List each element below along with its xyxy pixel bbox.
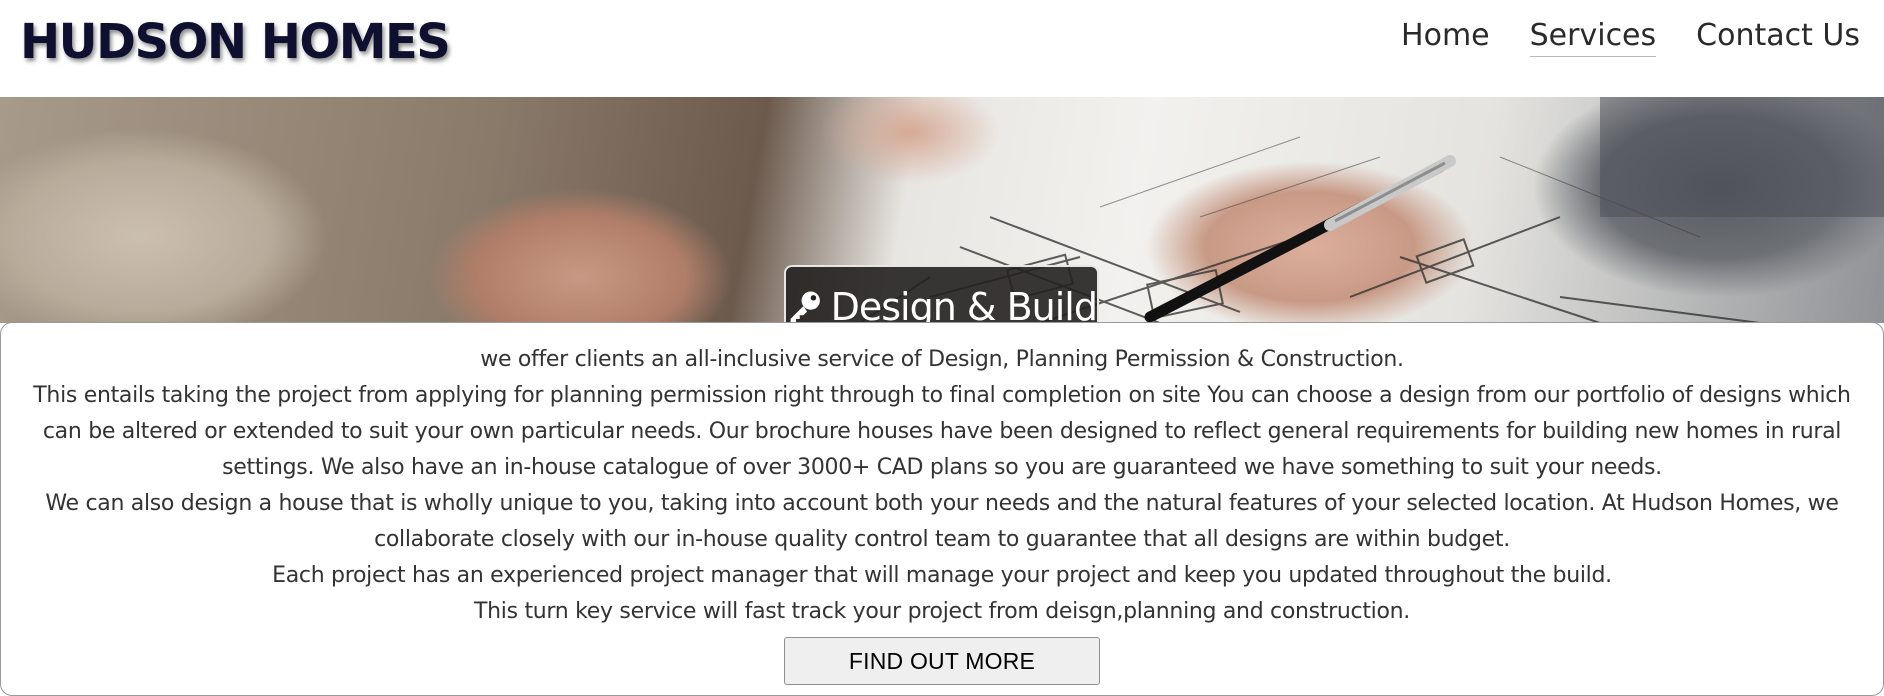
project-manager-paragraph: Each project has an experienced project … <box>272 563 1612 588</box>
custom-design-paragraph: We can also design a house that is wholl… <box>45 491 1839 552</box>
main-nav: Home Services Contact Us <box>1401 18 1860 57</box>
site-header: HUDSON HOMES Home Services Contact Us <box>0 0 1884 97</box>
nav-contact-link[interactable]: Contact Us <box>1696 18 1860 57</box>
turnkey-paragraph: This turn key service will fast track yo… <box>474 599 1410 624</box>
intro-paragraph: we offer clients an all-inclusive servic… <box>480 347 1404 372</box>
nav-services-link[interactable]: Services <box>1529 18 1657 57</box>
site-logo[interactable]: HUDSON HOMES <box>20 14 451 70</box>
pen-graphic <box>1144 155 1456 323</box>
hero-banner-image: Design & Build <box>0 97 1884 323</box>
nav-home-link[interactable]: Home <box>1401 18 1490 57</box>
hero-title: Design & Build <box>830 285 1098 323</box>
find-out-more-button[interactable]: FIND OUT MORE <box>784 637 1100 685</box>
process-paragraph: This entails taking the project from app… <box>33 383 1851 480</box>
key-icon <box>790 291 820 323</box>
services-card: we offer clients an all-inclusive servic… <box>0 322 1884 696</box>
hero-title-badge: Design & Build <box>784 265 1099 323</box>
